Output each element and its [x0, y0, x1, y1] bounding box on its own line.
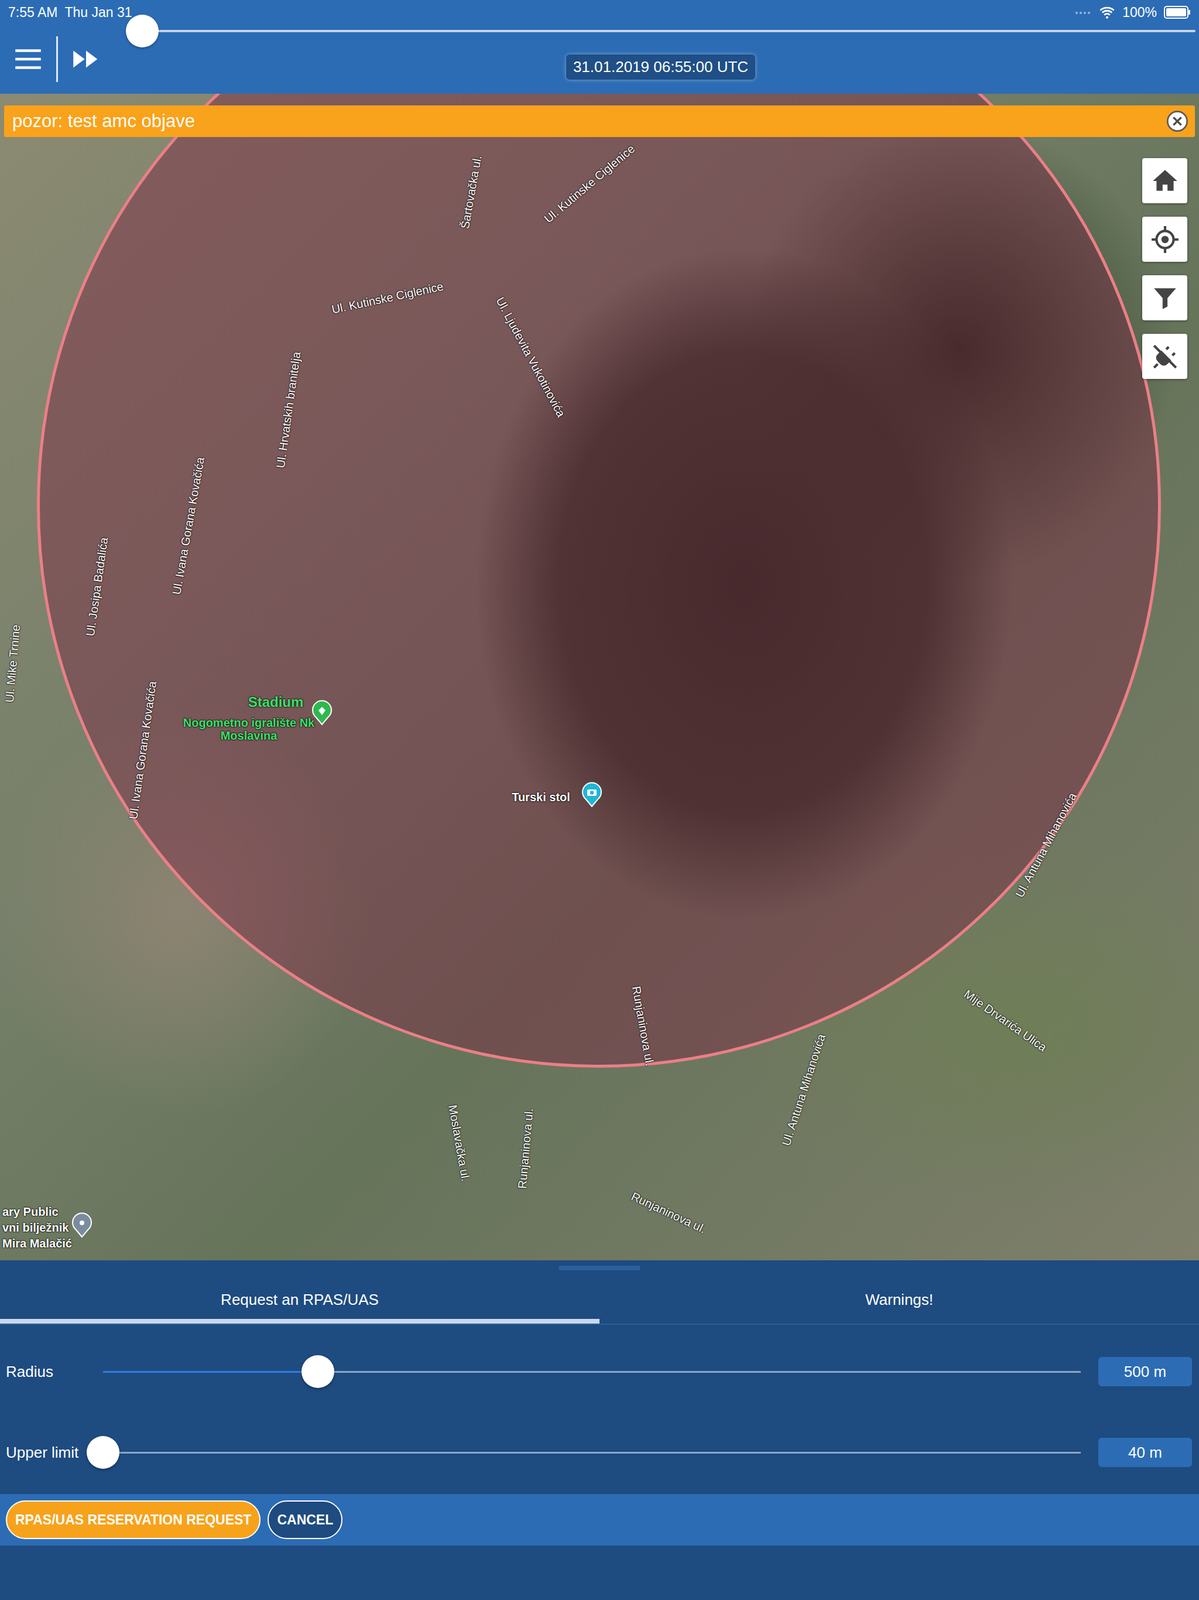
cancel-button[interactable]: CANCEL — [267, 1499, 343, 1539]
map-label: Mije Drvarića Ulica — [961, 987, 1050, 1054]
tab[interactable]: Request an RPAS/UAS — [0, 1275, 600, 1324]
wifi-icon — [1098, 4, 1116, 21]
map-controls — [1142, 158, 1188, 379]
map[interactable]: Ul. Kutinske CigleniceUl. Kutinske Cigle… — [0, 93, 1199, 1260]
slider-label: Upper limit — [5, 1442, 82, 1462]
slider-row: Upper limit 40 m — [5, 1416, 1192, 1488]
status-bar: 7:55 AM Thu Jan 31 100% — [0, 0, 1199, 25]
status-time: 7:55 AM — [8, 4, 58, 21]
locate-button[interactable] — [1142, 216, 1188, 262]
fast-forward-button[interactable] — [57, 32, 115, 86]
filter-icon — [1150, 283, 1180, 313]
map-label: Runjaninova ul. — [629, 1189, 709, 1236]
status-date: Thu Jan 31 — [64, 4, 132, 21]
home-icon — [1150, 166, 1180, 196]
map-label: ary Public — [2, 1204, 59, 1219]
slider-row: Radius 500 m — [5, 1335, 1192, 1407]
reservation-zone — [36, 93, 1161, 1068]
notary-pin[interactable] — [70, 1211, 94, 1238]
slider-value[interactable]: 500 m — [1098, 1356, 1192, 1386]
slider-label: Radius — [5, 1361, 82, 1382]
map-label: vni bilježnik — [2, 1220, 69, 1235]
menu-icon — [11, 42, 46, 77]
time-control: 31.01.2019 06:55:00 UTC — [114, 26, 1199, 80]
map-label: Ul. Antuna Mihanovića — [779, 1032, 828, 1147]
disconnect-button[interactable] — [1142, 333, 1188, 379]
battery-icon — [1163, 5, 1191, 19]
timestamp: 31.01.2019 06:55:00 UTC — [566, 54, 756, 80]
time-slider[interactable] — [125, 29, 1196, 33]
map-label: Mira Malačić — [2, 1236, 73, 1250]
map-label: Ul. Mike Trnine — [2, 624, 24, 704]
map-label: Stadium — [248, 693, 304, 711]
toolbar-divider — [56, 36, 58, 82]
tab[interactable]: Warnings! — [599, 1275, 1199, 1324]
turski-stol-pin[interactable] — [580, 781, 604, 808]
bottom-panel: Request an RPAS/UASWarnings! Radius 500 m U… — [0, 1259, 1199, 1600]
stadium-pin-icon — [310, 699, 334, 726]
notary-pin-icon — [70, 1211, 94, 1238]
slider-track[interactable] — [103, 1370, 1081, 1373]
panel-handle[interactable] — [558, 1265, 641, 1270]
notice-text: pozor: test amc objave — [12, 110, 195, 132]
battery-percent: 100% — [1122, 4, 1157, 21]
app: 7:55 AM Thu Jan 31 100% 31.01.2019 06:55:00… — [0, 0, 1199, 1600]
map-label: Runjaninova ul. — [515, 1107, 537, 1189]
locate-icon — [1150, 224, 1180, 255]
status-left: 7:55 AM Thu Jan 31 — [8, 4, 132, 21]
time-slider-thumb[interactable] — [125, 14, 159, 48]
tab-bar: Request an RPAS/UASWarnings! — [0, 1275, 1199, 1325]
slider-thumb[interactable] — [86, 1435, 120, 1469]
close-icon — [1165, 109, 1190, 133]
panel-footer — [0, 1545, 1199, 1600]
camera-pin-icon — [580, 781, 604, 808]
button-bar: RPAS/UAS RESERVATION REQUESTCANCEL — [0, 1493, 1199, 1546]
slider-fill — [103, 1370, 318, 1373]
filter-button[interactable] — [1142, 275, 1188, 321]
home-button[interactable] — [1142, 158, 1188, 204]
stadium-pin[interactable] — [310, 699, 334, 726]
status-right: 100% — [1074, 3, 1191, 22]
map-label: Moslavačka ul. — [445, 1103, 473, 1183]
close-banner-button[interactable] — [1165, 109, 1190, 133]
signal-icon — [1074, 3, 1092, 22]
map-label: Turski stol — [511, 790, 571, 804]
fast-forward-icon — [69, 42, 104, 77]
reservation-request-button[interactable]: RPAS/UAS RESERVATION REQUEST — [5, 1499, 261, 1539]
slider-track[interactable] — [103, 1451, 1081, 1454]
slider-value[interactable]: 40 m — [1098, 1437, 1192, 1467]
menu-button[interactable] — [0, 32, 57, 86]
toolbar: 31.01.2019 06:55:00 UTC — [0, 24, 1199, 94]
panel-handle-row — [0, 1259, 1199, 1276]
slider-thumb[interactable] — [301, 1354, 335, 1388]
notice-banner: pozor: test amc objave — [4, 105, 1195, 137]
slider-list: Radius 500 m Upper limit 40 m — [0, 1324, 1199, 1494]
plug-off-icon — [1150, 341, 1180, 372]
map-label: Nogometno igralište Nk Moslavina — [181, 716, 317, 742]
